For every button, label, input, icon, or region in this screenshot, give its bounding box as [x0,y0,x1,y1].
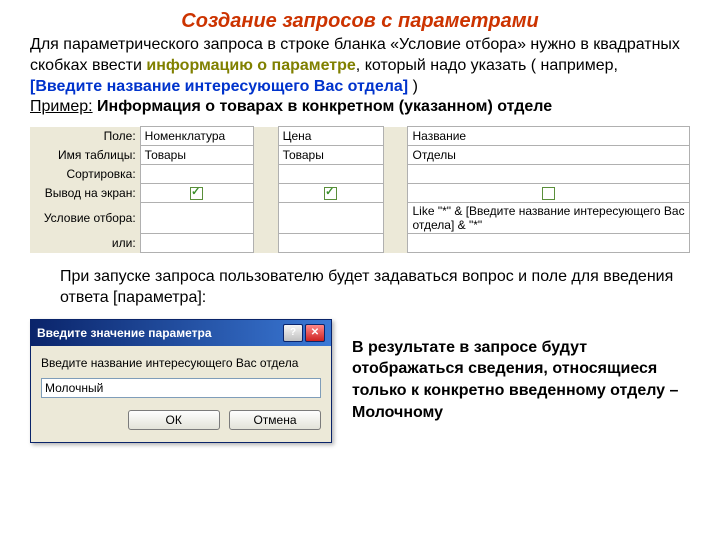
show-checkbox[interactable] [278,184,383,203]
runtime-text: При запуске запроса пользователю будет з… [60,267,690,309]
grid-cell[interactable] [140,203,253,234]
dialog-titlebar: Введите значение параметра ? ✕ [31,320,331,346]
intro-text: Для параметрического запроса в строке бл… [30,35,690,118]
parameter-input[interactable] [41,378,321,398]
dialog-title: Введите значение параметра [37,326,212,340]
result-text: В результате в запросе будут отображатьс… [352,337,690,423]
close-icon[interactable]: ✕ [305,324,325,342]
grid-cell[interactable] [140,234,253,253]
grid-cell[interactable]: Товары [140,146,253,165]
row-label: Имя таблицы: [30,146,140,165]
intro-suffix: ) [408,78,418,95]
show-checkbox[interactable] [408,184,690,203]
grid-cell[interactable] [278,234,383,253]
row-label: или: [30,234,140,253]
grid-cell[interactable]: Название [408,127,690,146]
cancel-button[interactable]: Отмена [229,410,321,430]
result-prefix: В результате в запросе будут отображатьс… [352,339,678,399]
intro-tag: [Введите название интересующего Вас отде… [30,78,408,95]
show-checkbox[interactable] [140,184,253,203]
grid-cell[interactable] [278,165,383,184]
criteria-cell[interactable]: Like "*" & [Введите название интересующе… [408,203,690,234]
parameter-dialog: Введите значение параметра ? ✕ Введите н… [30,319,332,443]
grid-cell[interactable]: Отделы [408,146,690,165]
grid-cell[interactable]: Номенклатура [140,127,253,146]
page-title: Создание запросов с параметрами [30,10,690,33]
grid-cell[interactable] [408,165,690,184]
example-text: Информация о товарах в конкретном (указа… [93,98,553,115]
query-design-grid: Поле: Номенклатура Цена Название Имя таб… [30,126,690,253]
grid-cell[interactable] [278,203,383,234]
grid-cell[interactable]: Товары [278,146,383,165]
example-label: Пример: [30,98,93,115]
dialog-prompt: Введите название интересующего Вас отдел… [41,356,321,370]
ok-button[interactable]: ОК [128,410,220,430]
row-label: Поле: [30,127,140,146]
grid-cell[interactable] [140,165,253,184]
grid-cell[interactable] [408,234,690,253]
intro-mid: , который надо указать ( например, [356,57,618,74]
grid-cell[interactable]: Цена [278,127,383,146]
row-label: Сортировка: [30,165,140,184]
result-bold: Молочному [352,404,443,421]
help-icon[interactable]: ? [283,324,303,342]
row-label: Условие отбора: [30,203,140,234]
intro-olive: информацию о параметре [146,57,355,74]
row-label: Вывод на экран: [30,184,140,203]
